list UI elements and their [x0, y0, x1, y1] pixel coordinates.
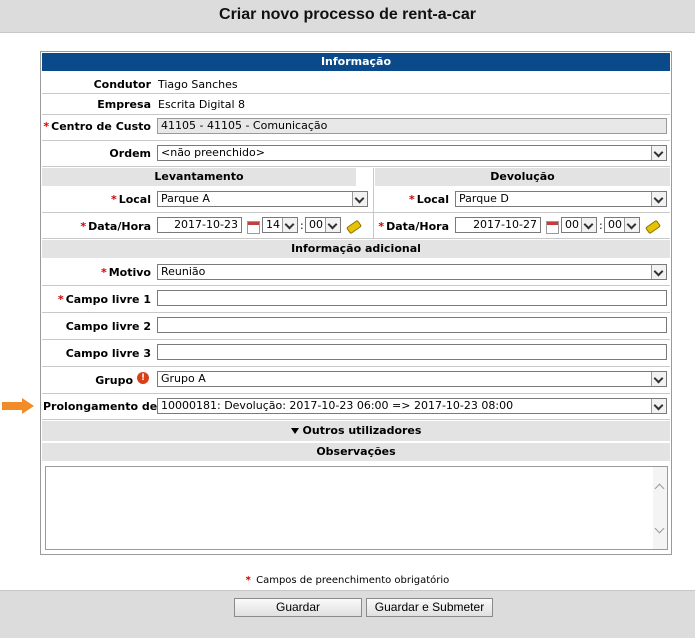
campo-livre-1-input[interactable]: [157, 290, 667, 306]
prolongamento-label: Prolongamento de: [43, 400, 158, 413]
scroll-up-icon: [654, 483, 665, 494]
ordem-select[interactable]: <não preenchido>: [157, 145, 667, 161]
empresa-value: Escrita Digital 8: [158, 98, 246, 111]
campo-livre-3-label: Campo livre 3: [65, 347, 151, 360]
chevron-down-icon: [581, 218, 596, 232]
eraser-icon[interactable]: [345, 219, 363, 235]
motivo-select[interactable]: Reunião: [157, 264, 667, 280]
time-separator: :: [300, 219, 304, 232]
dev-hour-select[interactable]: 00: [561, 217, 597, 233]
lev-datahora-label: * Data/Hora: [80, 220, 151, 233]
eraser-icon[interactable]: [644, 219, 662, 235]
campo-livre-1-label: * Campo livre 1: [57, 293, 151, 306]
chevron-down-icon: [624, 218, 639, 232]
section-header-informacao: Informação: [42, 53, 670, 71]
dev-datahora-label: * Data/Hora: [378, 220, 449, 233]
title-bar: Criar novo processo de rent-a-car: [0, 0, 695, 33]
warning-icon[interactable]: !: [137, 372, 149, 384]
chevron-down-icon: [352, 192, 367, 206]
campo-livre-2-input[interactable]: [157, 317, 667, 333]
chevron-down-icon: [282, 218, 297, 232]
page-title: Criar novo processo de rent-a-car: [219, 6, 476, 23]
guardar-submeter-button[interactable]: Guardar e Submeter: [366, 598, 493, 617]
lev-local-select[interactable]: Parque A: [157, 191, 368, 207]
required-asterisk: *: [43, 120, 50, 133]
chevron-down-icon: [651, 265, 666, 279]
lev-minute-select[interactable]: 00: [305, 217, 341, 233]
chevron-down-icon: [651, 399, 666, 413]
empresa-label: Empresa: [97, 98, 151, 111]
centro-custo-field: 41105 - 41105 - Comunicação: [157, 118, 667, 134]
grupo-label: Grupo: [95, 374, 133, 387]
section-header-observacoes: Observações: [42, 443, 670, 461]
dev-local-label: * Local: [408, 193, 449, 206]
calendar-icon[interactable]: [546, 221, 559, 234]
dev-local-select[interactable]: Parque D: [455, 191, 667, 207]
section-header-devolucao: Devolução: [375, 168, 670, 186]
lev-date-input[interactable]: 2017-10-23: [157, 217, 242, 233]
campo-livre-3-input[interactable]: [157, 344, 667, 360]
condutor-label: Condutor: [93, 78, 151, 91]
time-separator: :: [599, 219, 603, 232]
observacoes-textarea[interactable]: [45, 466, 668, 550]
chevron-down-icon: [651, 372, 666, 386]
dev-minute-select[interactable]: 00: [604, 217, 640, 233]
dev-date-input[interactable]: 2017-10-27: [455, 217, 541, 233]
outros-utilizadores-toggle[interactable]: Outros utilizadores: [42, 421, 670, 441]
scroll-down-icon: [654, 523, 665, 534]
lev-local-label: * Local: [110, 193, 151, 206]
ordem-label: Ordem: [109, 147, 151, 160]
required-legend: * Campos de preenchimento obrigatório: [245, 575, 450, 586]
chevron-down-icon: [325, 218, 340, 232]
guardar-button[interactable]: Guardar: [234, 598, 362, 617]
textarea-scrollbar[interactable]: [653, 467, 667, 549]
triangle-down-icon: [290, 428, 299, 434]
section-header-info-adicional: Informação adicional: [42, 240, 670, 258]
grupo-select[interactable]: Grupo A: [157, 371, 667, 387]
motivo-label: * Motivo: [100, 266, 151, 279]
campo-livre-2-label: Campo livre 2: [65, 320, 151, 333]
action-bar: Guardar Guardar e Submeter: [0, 590, 695, 638]
chevron-down-icon: [651, 192, 666, 206]
lev-hour-select[interactable]: 14: [262, 217, 298, 233]
arrow-right-icon: [2, 398, 36, 414]
centro-custo-label: * Centro de Custo: [43, 120, 151, 133]
calendar-icon[interactable]: [247, 221, 260, 234]
prolongamento-select[interactable]: 10000181: Devolução: 2017-10-23 06:00 =>…: [157, 398, 667, 414]
section-header-levantamento: Levantamento: [42, 168, 356, 186]
chevron-down-icon: [651, 146, 666, 160]
condutor-value: Tiago Sanches: [158, 78, 238, 91]
